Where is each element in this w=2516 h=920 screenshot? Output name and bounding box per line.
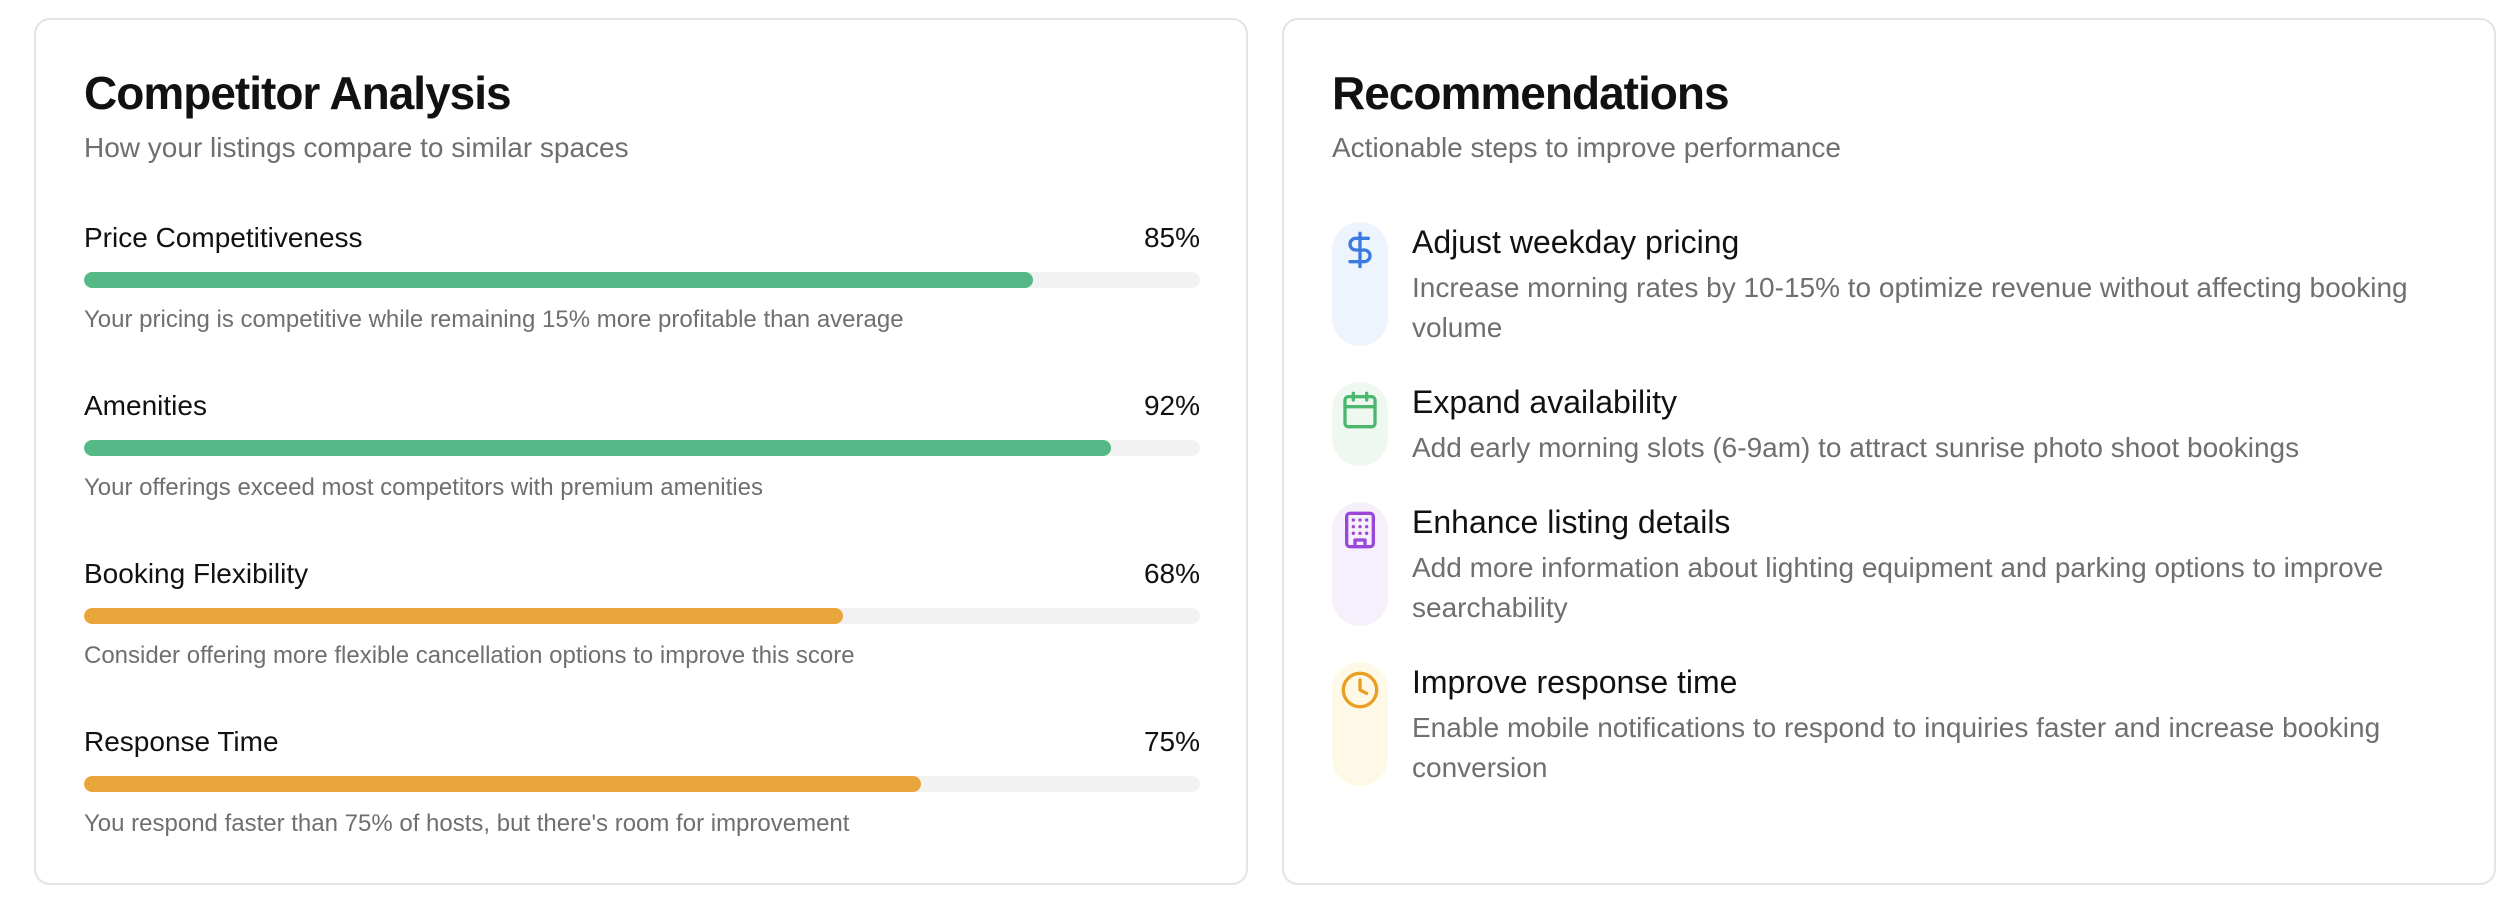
competitor-analysis-subtitle: How your listings compare to similar spa… (84, 132, 629, 163)
building-icon (1332, 502, 1388, 626)
metric-label: Price Competitiveness (84, 222, 363, 253)
calendar-icon (1332, 382, 1388, 466)
progress-fill (84, 776, 921, 792)
progress-track (84, 776, 1200, 792)
recommendation-description: Add early morning slots (6-9am) to attra… (1412, 432, 2300, 463)
progress-track (84, 440, 1200, 456)
metric-booking-flexibility: Booking Flexibility 68% Consider offerin… (84, 556, 1200, 686)
progress-fill (84, 440, 1111, 456)
recommendations-card: Recommendations Actionable steps to impr… (1282, 18, 2496, 885)
metric-label: Response Time (84, 726, 279, 757)
progress-track (84, 272, 1200, 288)
metric-note: Consider offering more flexible cancella… (84, 642, 855, 669)
progress-fill (84, 608, 843, 624)
metric-note: Your offerings exceed most competitors w… (84, 474, 763, 501)
recommendation-title: Improve response time (1412, 664, 1738, 700)
dollar-icon (1332, 222, 1388, 346)
clock-icon (1332, 662, 1388, 786)
metric-note: Your pricing is competitive while remain… (84, 306, 904, 333)
metric-value: 75% (1143, 726, 1200, 757)
metric-label: Booking Flexibility (84, 558, 309, 589)
progress-track (84, 608, 1200, 624)
recommendation-title: Expand availability (1412, 384, 1678, 420)
competitor-analysis-card: Competitor Analysis How your listings co… (34, 18, 1248, 885)
recommendation-description: Add more information about lighting equi… (1412, 552, 2384, 623)
metric-price-competitiveness: Price Competitiveness 85% Your pricing i… (84, 220, 1200, 350)
metric-value: 85% (1143, 222, 1200, 253)
recommendations-subtitle: Actionable steps to improve performance (1332, 132, 1841, 163)
progress-fill (84, 272, 1033, 288)
metric-value: 68% (1143, 558, 1200, 589)
metric-note: You respond faster than 75% of hosts, bu… (84, 810, 850, 837)
metric-amenities: Amenities 92% Your offerings exceed most… (84, 388, 1200, 518)
metric-response-time: Response Time 75% You respond faster tha… (84, 724, 1200, 854)
recommendation-description: Enable mobile notifications to respond t… (1412, 712, 2381, 783)
metric-value: 92% (1143, 390, 1200, 421)
competitor-analysis-title: Competitor Analysis (84, 67, 512, 119)
recommendation-title: Enhance listing details (1412, 504, 1731, 540)
metric-label: Amenities (84, 390, 207, 421)
recommendation-description: Increase morning rates by 10-15% to opti… (1412, 272, 2408, 343)
recommendations-title: Recommendations (1332, 67, 1730, 119)
recommendation-title: Adjust weekday pricing (1412, 224, 1740, 260)
